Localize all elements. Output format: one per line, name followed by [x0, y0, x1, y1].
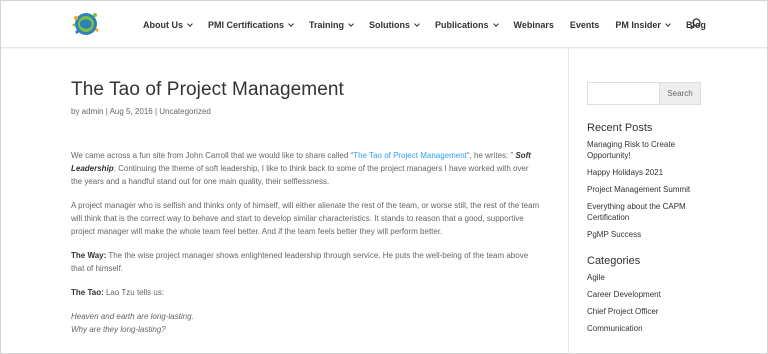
chevron-down-icon: [187, 20, 193, 27]
category-item[interactable]: Communication: [587, 323, 701, 334]
main-nav: About Us PMI Certifications Training Sol…: [143, 18, 706, 32]
paragraph-intro: We came across a fun site from John Carr…: [71, 151, 531, 186]
sidebar: Search Recent Posts Managing Risk to Cre…: [587, 82, 701, 340]
category-item[interactable]: Career Development: [587, 289, 701, 300]
tao-link[interactable]: The Tao of Project Management: [353, 151, 467, 160]
nav-pmi-certifications[interactable]: PMI Certifications: [208, 20, 294, 30]
quote: Heaven and earth are long-lasting. Why ar…: [71, 312, 194, 334]
recent-post-link[interactable]: PgMP Success: [587, 229, 701, 240]
chevron-down-icon: [348, 20, 354, 27]
category-item[interactable]: Agile: [587, 272, 701, 283]
recent-posts-list: Managing Risk to Create Opportunity! Hap…: [587, 139, 701, 240]
paragraph-the-way: The Way: The the wise project manager sh…: [71, 251, 529, 273]
category-link[interactable]: Uncategorized: [159, 107, 211, 116]
nav-publications[interactable]: Publications: [435, 20, 499, 30]
post-header: The Tao of Project Management by admin |…: [71, 79, 541, 117]
categories-title: Categories: [587, 255, 641, 267]
paragraph-the-tao: The Tao: Lao Tzu tells us:: [71, 288, 165, 297]
post-content: We came across a fun site from John Carr…: [71, 149, 541, 347]
search-button[interactable]: Search: [660, 82, 701, 105]
chevron-down-icon: [492, 20, 499, 27]
nav-about-us[interactable]: About Us: [143, 20, 193, 30]
post-date: Aug 5, 2016: [109, 107, 153, 116]
sidebar-search: Search: [587, 82, 701, 105]
recent-post-link[interactable]: Everything about the CAPM Certification: [587, 201, 701, 223]
recent-post-link[interactable]: Managing Risk to Create Opportunity!: [587, 139, 701, 161]
nav-solutions[interactable]: Solutions: [369, 20, 420, 30]
search-input[interactable]: [587, 82, 660, 105]
globe-logo[interactable]: [71, 10, 101, 38]
chevron-down-icon: [288, 20, 294, 27]
nav-webinars[interactable]: Webinars: [514, 20, 554, 30]
chevron-down-icon: [665, 20, 671, 27]
site-header: About Us PMI Certifications Training Sol…: [1, 1, 767, 48]
nav-training[interactable]: Training: [309, 20, 354, 30]
recent-post-link[interactable]: Project Management Summit: [587, 184, 701, 195]
page-frame: About Us PMI Certifications Training Sol…: [0, 0, 768, 354]
recent-post-link[interactable]: Happy Holidays 2021: [587, 167, 701, 178]
chevron-down-icon: [414, 20, 420, 27]
recent-posts-title: Recent Posts: [587, 122, 653, 134]
nav-pm-insider[interactable]: PM Insider: [615, 20, 671, 30]
nav-events[interactable]: Events: [570, 20, 600, 30]
paragraph-selfish: A project manager who is selfish and thi…: [71, 201, 540, 236]
sidebar-divider: [568, 48, 569, 353]
author-link[interactable]: admin: [82, 107, 104, 116]
post-meta: by admin | Aug 5, 2016 | Uncategorized: [71, 107, 211, 116]
categories-list: Agile Career Development Chief Project O…: [587, 272, 701, 334]
category-item[interactable]: Chief Project Officer: [587, 306, 701, 317]
search-icon[interactable]: [690, 18, 701, 30]
post-title: The Tao of Project Management: [71, 79, 344, 100]
